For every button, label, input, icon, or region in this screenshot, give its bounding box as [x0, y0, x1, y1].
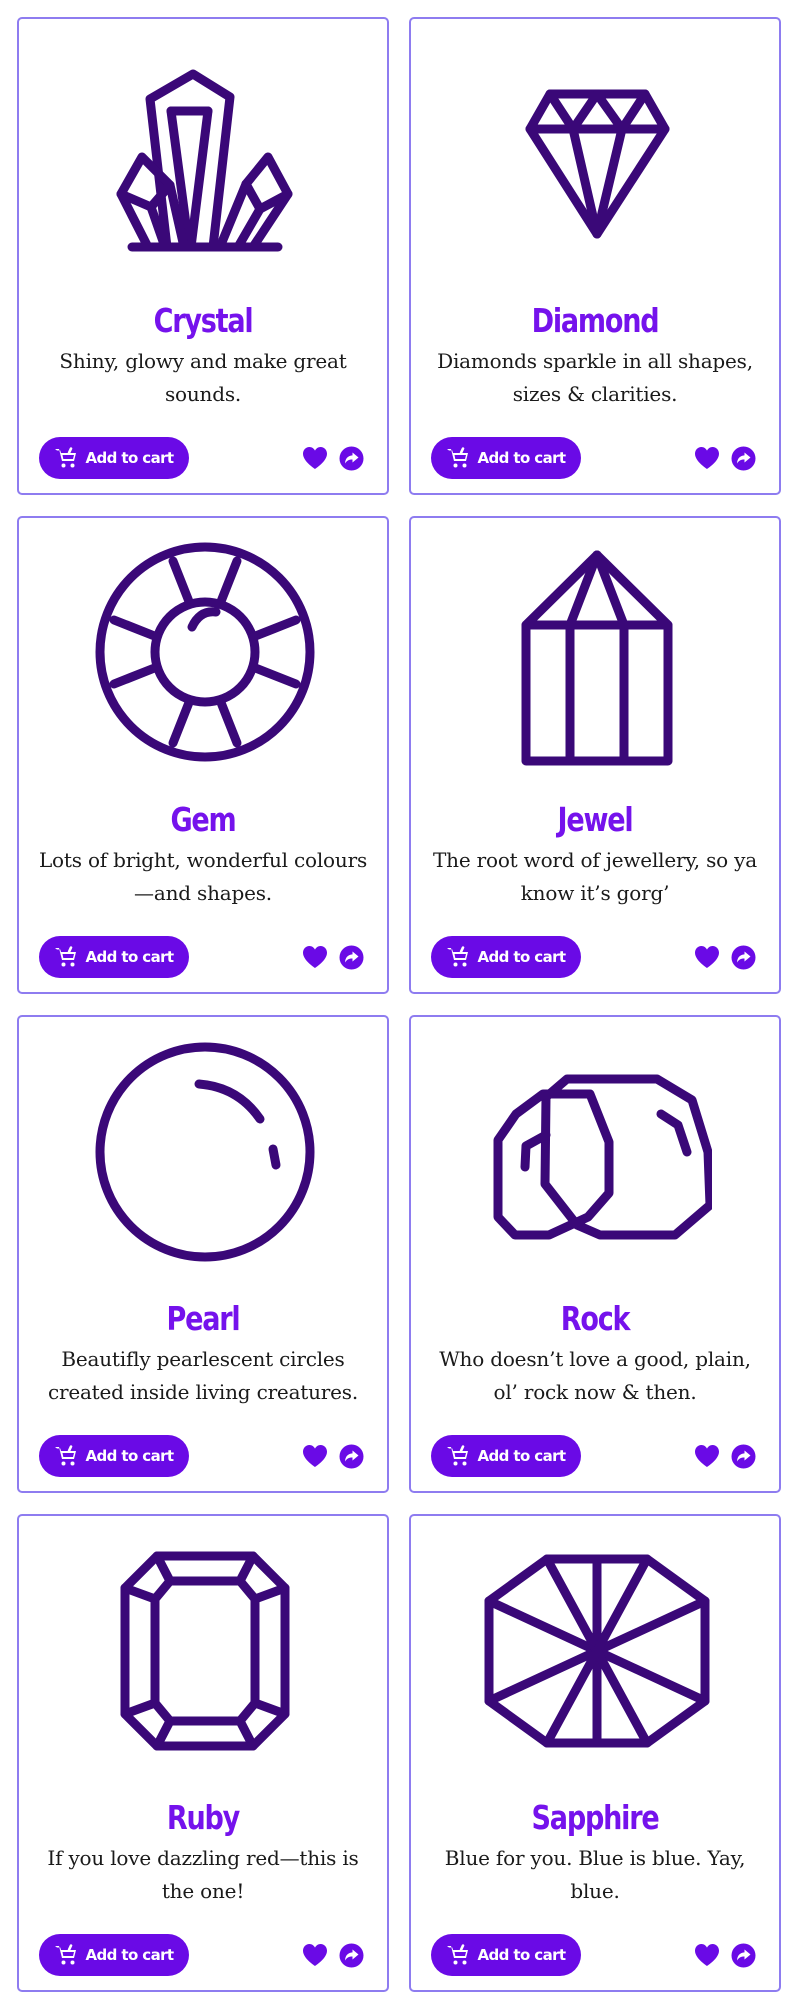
product-card-ruby: Ruby If you love dazzling red—this is th… [17, 1514, 389, 1992]
card-title: Diamond [531, 301, 660, 340]
share-icon[interactable] [731, 446, 756, 471]
add-to-cart-button[interactable]: Add to cart [39, 1934, 189, 1976]
card-title: Sapphire [531, 1798, 660, 1837]
cart-icon [446, 1445, 471, 1467]
jewel-icon [482, 538, 712, 768]
share-icon[interactable] [339, 446, 364, 471]
product-card-crystal: Crystal Shiny, glowy and make great soun… [17, 17, 389, 495]
card-title: Rock [560, 1299, 631, 1338]
card-title: Crystal [153, 301, 254, 340]
share-icon[interactable] [339, 1444, 364, 1469]
card-description: Shiny, glowy and make great sounds. [59, 349, 347, 406]
diamond-icon [482, 39, 712, 269]
card-title: Pearl [166, 1299, 241, 1338]
card-description: Who doesn’t love a good, plain, ol’ rock… [439, 1347, 751, 1404]
add-to-cart-label: Add to cart [477, 449, 567, 467]
heart-icon[interactable] [694, 1444, 720, 1468]
add-to-cart-label: Add to cart [477, 1447, 567, 1465]
add-to-cart-button[interactable]: Add to cart [431, 437, 581, 479]
add-to-cart-label: Add to cart [85, 948, 175, 966]
heart-icon[interactable] [302, 945, 328, 969]
share-icon[interactable] [339, 1943, 364, 1968]
cart-icon [54, 946, 79, 968]
cart-icon [54, 447, 79, 469]
share-icon[interactable] [731, 945, 756, 970]
product-card-pearl: Pearl Beautifly pearlescent circles crea… [17, 1015, 389, 1493]
card-description: Lots of bright, wonderful colours—and sh… [38, 848, 368, 905]
add-to-cart-label: Add to cart [85, 449, 175, 467]
share-icon[interactable] [731, 1444, 756, 1469]
product-card-sapphire: Sapphire Blue for you. Blue is blue. Yay… [409, 1514, 781, 1992]
pearl-icon [90, 1037, 320, 1267]
heart-icon[interactable] [302, 1943, 328, 1967]
share-icon[interactable] [339, 945, 364, 970]
product-card-rock: Rock Who doesn’t love a good, plain, ol’… [409, 1015, 781, 1493]
card-title: Ruby [166, 1798, 240, 1837]
gem-icon [90, 538, 320, 768]
cart-icon [54, 1445, 79, 1467]
share-icon[interactable] [731, 1943, 756, 1968]
card-description: Diamonds sparkle in all shapes, sizes & … [437, 349, 753, 406]
crystal-icon [90, 39, 320, 269]
card-description: Beautifly pearlescent circles created in… [47, 1347, 359, 1404]
add-to-cart-label: Add to cart [477, 948, 567, 966]
heart-icon[interactable] [302, 1444, 328, 1468]
add-to-cart-button[interactable]: Add to cart [431, 936, 581, 978]
cart-icon [446, 946, 471, 968]
add-to-cart-label: Add to cart [85, 1447, 175, 1465]
add-to-cart-button[interactable]: Add to cart [431, 1435, 581, 1477]
card-title: Jewel [557, 800, 634, 839]
cart-icon [54, 1944, 79, 1966]
ruby-icon [90, 1536, 320, 1766]
add-to-cart-button[interactable]: Add to cart [39, 1435, 189, 1477]
cart-icon [446, 447, 471, 469]
heart-icon[interactable] [694, 1943, 720, 1967]
heart-icon[interactable] [694, 446, 720, 470]
product-card-gem: Gem Lots of bright, wonderful colours—an… [17, 516, 389, 994]
add-to-cart-label: Add to cart [85, 1946, 175, 1964]
card-description: Blue for you. Blue is blue. Yay, blue. [444, 1846, 746, 1903]
card-title: Gem [170, 800, 236, 839]
add-to-cart-label: Add to cart [477, 1946, 567, 1964]
sapphire-icon [482, 1536, 712, 1766]
cart-icon [446, 1944, 471, 1966]
product-card-jewel: Jewel The root word of jewellery, so ya … [409, 516, 781, 994]
product-grid: Crystal Shiny, glowy and make great soun… [0, 0, 800, 2013]
heart-icon[interactable] [694, 945, 720, 969]
add-to-cart-button[interactable]: Add to cart [39, 936, 189, 978]
rock-icon [482, 1037, 712, 1267]
add-to-cart-button[interactable]: Add to cart [39, 437, 189, 479]
add-to-cart-button[interactable]: Add to cart [431, 1934, 581, 1976]
heart-icon[interactable] [302, 446, 328, 470]
card-description: The root word of jewellery, so ya know i… [433, 848, 757, 905]
product-card-diamond: Diamond Diamonds sparkle in all shapes, … [409, 17, 781, 495]
card-description: If you love dazzling red—this is the one… [47, 1846, 359, 1903]
